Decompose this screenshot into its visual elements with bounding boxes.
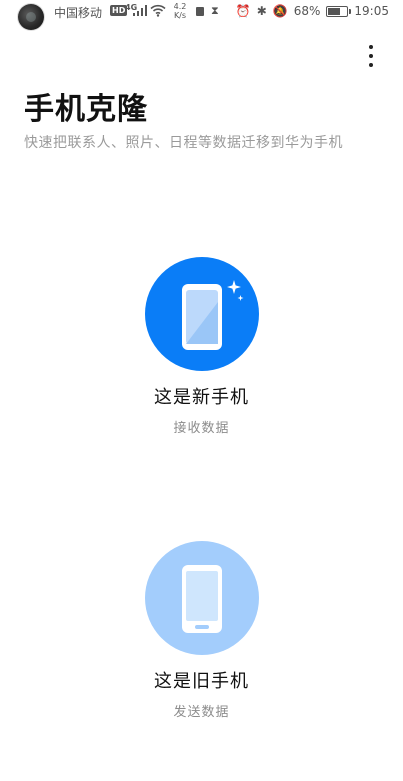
phone-clone-screen: 中国移动 HD 4G 4.2 K/s ⧗ ⏰ ✱ 🔕 68% 19:05 手机克… (0, 0, 403, 781)
clock: 19:05 (354, 4, 389, 18)
signal-icon (133, 5, 147, 16)
network-speed: 4.2 K/s (172, 2, 188, 20)
carrier-name: 中国移动 (54, 6, 103, 20)
old-phone-icon (181, 565, 222, 633)
battery-percent: 68% (293, 4, 321, 18)
wifi-icon (150, 4, 166, 17)
new-phone-icon (181, 280, 243, 350)
battery-icon (326, 5, 352, 17)
notification-avatar-icon (18, 4, 44, 30)
status-right-group: ⏰ ✱ 🔕 68% 19:05 (236, 4, 389, 18)
new-phone-subtitle: 接收数据 (173, 421, 230, 436)
old-phone-subtitle: 发送数据 (173, 705, 230, 720)
network-speed-value: 4.2 (173, 2, 187, 11)
page-title: 手机克隆 (24, 92, 148, 127)
hourglass-icon: ⧗ (211, 4, 219, 17)
more-options-icon[interactable] (359, 40, 383, 72)
new-phone-option[interactable]: 这是新手机 接收数据 (0, 257, 403, 436)
old-phone-title: 这是旧手机 (154, 671, 249, 692)
notification-square-icon (196, 7, 204, 16)
new-phone-title: 这是新手机 (154, 387, 249, 408)
old-phone-circle[interactable] (144, 541, 259, 655)
menu-dot (369, 45, 373, 49)
network-speed-unit: K/s (173, 11, 187, 20)
page-subtitle: 快速把联系人、照片、日程等数据迁移到华为手机 (24, 135, 343, 151)
alarm-icon: ⏰ (235, 4, 251, 18)
menu-dot (369, 54, 373, 58)
menu-dot (369, 63, 373, 67)
new-phone-circle[interactable] (144, 257, 259, 371)
mute-icon: 🔕 (272, 4, 288, 18)
bluetooth-icon: ✱ (256, 4, 267, 18)
old-phone-option[interactable]: 这是旧手机 发送数据 (0, 541, 403, 720)
status-bar: 中国移动 HD 4G 4.2 K/s ⧗ ⏰ ✱ 🔕 68% 19:05 (0, 0, 403, 30)
battery-level (328, 7, 340, 15)
